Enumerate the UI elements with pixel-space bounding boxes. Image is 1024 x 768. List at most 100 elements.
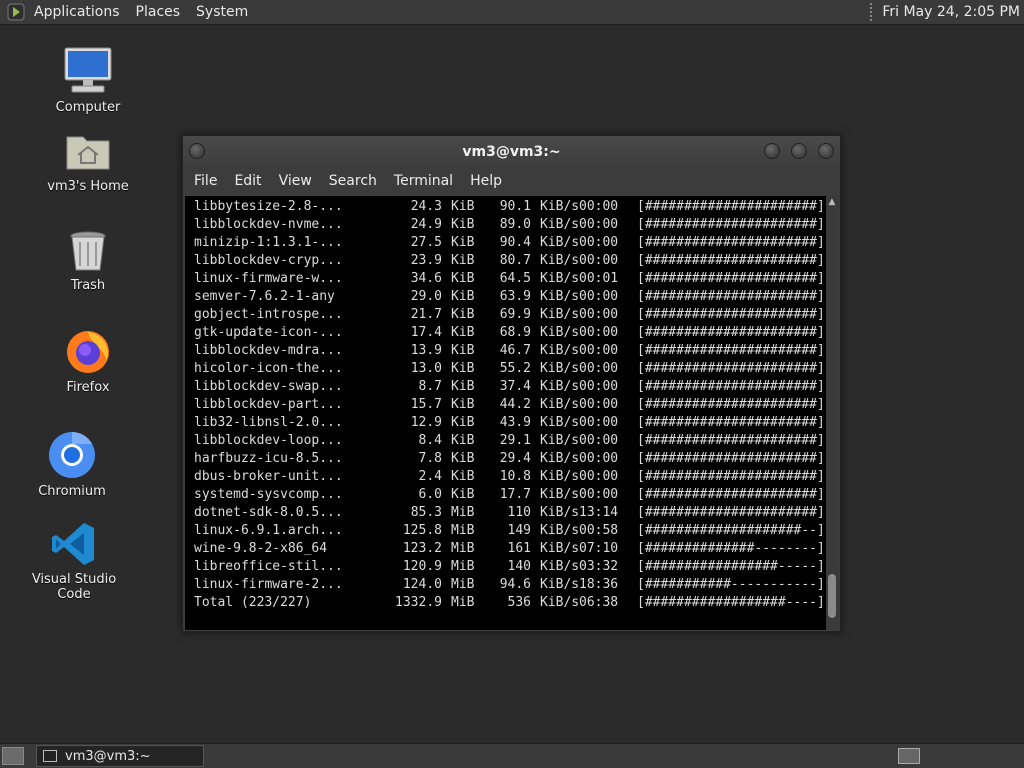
terminal-window[interactable]: vm3@vm3:~ File Edit View Search Terminal… — [182, 135, 841, 632]
pkg-size: 123.2 — [402, 541, 442, 556]
pkg-size-unit: KiB — [451, 289, 475, 304]
download-row: semver-7.6.2-1-any 29.0 KiB 63.9 KiB/s00:00 [… — [194, 288, 828, 306]
menu-help[interactable]: Help — [463, 173, 510, 189]
pkg-name: semver-7.6.2-1-any — [194, 289, 335, 304]
menu-file[interactable]: File — [187, 173, 225, 189]
pkg-name: libblockdev-nvme... — [194, 217, 343, 232]
places-menu[interactable]: Places — [128, 0, 189, 25]
menu-edit[interactable]: Edit — [227, 173, 269, 189]
top-panel: Applications Places System Fri May 24, 2… — [0, 0, 1024, 25]
pkg-rate-unit: KiB/s — [540, 361, 580, 376]
desktop-icon-firefox[interactable]: Firefox — [28, 326, 148, 395]
applications-logo-icon[interactable] — [6, 2, 26, 22]
scroll-up-icon[interactable]: ▲ — [826, 196, 838, 208]
menu-view[interactable]: View — [272, 173, 320, 189]
system-menu[interactable]: System — [188, 0, 256, 25]
pkg-rate-unit: KiB/s — [540, 397, 580, 412]
download-row: Total (223/227) 1332.9 MiB 536 KiB/s06:38 [##… — [194, 594, 828, 612]
terminal-scrollbar[interactable]: ▲ — [826, 196, 838, 630]
workspace-switcher[interactable] — [898, 748, 920, 764]
pkg-size-unit: KiB — [451, 469, 475, 484]
pkg-size: 13.9 — [410, 343, 442, 358]
download-row: dotnet-sdk-8.0.5... 85.3 MiB 110 KiB/s13:14 [… — [194, 504, 828, 522]
download-row: systemd-sysvcomp... 6.0 KiB 17.7 KiB/s00:00 [… — [194, 486, 828, 504]
pkg-progress-bar: [######################] — [637, 307, 825, 322]
pkg-size: 120.9 — [402, 559, 442, 574]
pkg-size-unit: KiB — [451, 361, 475, 376]
download-row: libblockdev-loop... 8.4 KiB 29.1 KiB/s00:00 [… — [194, 432, 828, 450]
pkg-rate: 37.4 — [499, 379, 531, 394]
pkg-name: libblockdev-cryp... — [194, 253, 343, 268]
desktop-icon-label: vm3's Home — [47, 179, 129, 194]
desktop-icon-vscode[interactable]: Visual Studio Code — [14, 520, 134, 602]
pkg-rate: 17.7 — [499, 487, 531, 502]
trash-icon — [70, 231, 106, 271]
pkg-size-unit: KiB — [451, 451, 475, 466]
pkg-name: dotnet-sdk-8.0.5... — [194, 505, 343, 520]
desktop-icon-label: Computer — [55, 100, 121, 115]
terminal-output[interactable]: libbytesize-2.8-... 24.3 KiB 90.1 KiB/s00:00… — [185, 196, 828, 630]
pkg-name: wine-9.8-2-x86_64 — [194, 541, 328, 556]
show-desktop-icon[interactable] — [2, 747, 24, 765]
pkg-progress-bar: [######################] — [637, 325, 825, 340]
pkg-rate: 55.2 — [499, 361, 531, 376]
pkg-rate-unit: KiB/s — [540, 235, 580, 250]
pkg-size: 1332.9 — [395, 595, 442, 610]
pkg-size: 29.0 — [410, 289, 442, 304]
desktop-icon-chromium[interactable]: Chromium — [12, 430, 132, 499]
pkg-rate-unit: KiB/s — [540, 433, 580, 448]
pkg-size-unit: MiB — [451, 523, 475, 538]
pkg-name: libblockdev-part... — [194, 397, 343, 412]
vscode-icon — [52, 523, 94, 565]
desktop-icon-trash[interactable]: Trash — [28, 228, 148, 293]
pkg-progress-bar: [######################] — [637, 271, 825, 286]
pkg-rate: 69.9 — [499, 307, 531, 322]
download-row: libblockdev-part... 15.7 KiB 44.2 KiB/s00:00… — [194, 396, 828, 414]
pkg-size: 124.0 — [402, 577, 442, 592]
pkg-size: 27.5 — [410, 235, 442, 250]
download-row: libblockdev-mdra... 13.9 KiB 46.7 KiB/s00:00… — [194, 342, 828, 360]
window-menu-icon[interactable] — [189, 143, 205, 159]
pkg-name: linux-firmware-w... — [194, 271, 343, 286]
maximize-button[interactable] — [791, 143, 807, 159]
desktop-icon-computer[interactable]: Computer — [28, 44, 148, 115]
pkg-size: 13.0 — [410, 361, 442, 376]
pkg-eta: 00:01 — [579, 271, 619, 286]
pkg-rate: 44.2 — [499, 397, 531, 412]
menu-search[interactable]: Search — [322, 173, 385, 189]
pkg-name: dbus-broker-unit... — [194, 469, 343, 484]
terminal-task-icon — [43, 750, 57, 762]
terminal-menubar: File Edit View Search Terminal Help — [183, 168, 840, 194]
download-row: linux-firmware-2... 124.0 MiB 94.6 KiB/s18:3… — [194, 576, 828, 594]
close-button[interactable] — [818, 143, 834, 159]
taskbar-terminal-button[interactable]: vm3@vm3:~ — [36, 745, 204, 767]
applications-menu[interactable]: Applications — [26, 0, 128, 25]
window-titlebar[interactable]: vm3@vm3:~ — [183, 136, 840, 168]
minimize-button[interactable] — [764, 143, 780, 159]
pkg-rate-unit: KiB/s — [540, 415, 580, 430]
pkg-rate-unit: KiB/s — [540, 379, 580, 394]
clock[interactable]: Fri May 24, 2:05 PM — [882, 4, 1020, 20]
download-row: minizip-1:1.3.1-... 27.5 KiB 90.4 KiB/s00:00… — [194, 234, 828, 252]
menu-terminal[interactable]: Terminal — [387, 173, 461, 189]
scrollbar-thumb[interactable] — [828, 574, 836, 618]
pkg-eta: 00:00 — [579, 253, 619, 268]
pkg-size-unit: KiB — [451, 307, 475, 322]
pkg-eta: 00:58 — [579, 523, 619, 538]
desktop-icon-home[interactable]: vm3's Home — [28, 127, 148, 194]
pkg-rate-unit: KiB/s — [540, 253, 580, 268]
download-row: libblockdev-cryp... 23.9 KiB 80.7 KiB/s00:00… — [194, 252, 828, 270]
pkg-name: libbytesize-2.8-... — [194, 199, 343, 214]
pkg-rate-unit: KiB/s — [540, 199, 580, 214]
pkg-eta: 06:38 — [579, 595, 619, 610]
pkg-progress-bar: [######################] — [637, 199, 825, 214]
pkg-name: libblockdev-mdra... — [194, 343, 343, 358]
pkg-progress-bar: [######################] — [637, 217, 825, 232]
desktop-icon-label: Firefox — [66, 380, 110, 395]
pkg-size-unit: KiB — [451, 415, 475, 430]
pkg-rate-unit: KiB/s — [540, 595, 580, 610]
pkg-size-unit: KiB — [451, 217, 475, 232]
pkg-size-unit: KiB — [451, 325, 475, 340]
pkg-rate-unit: KiB/s — [540, 505, 580, 520]
pkg-name: gobject-introspe... — [194, 307, 343, 322]
